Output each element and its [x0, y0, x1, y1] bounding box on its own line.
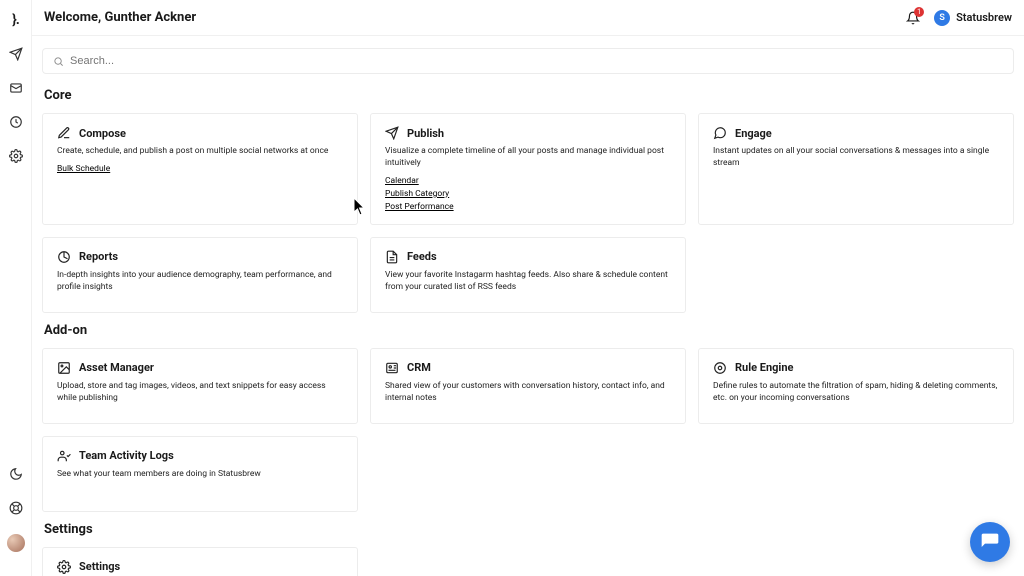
theme-icon[interactable]	[8, 466, 24, 482]
org-avatar: S	[934, 10, 950, 26]
asset-manager-icon	[57, 361, 71, 375]
card-title: Feeds	[407, 250, 437, 263]
card-crm[interactable]: CRM Shared view of your customers with c…	[370, 348, 686, 424]
card-desc: Upload, store and tag images, videos, an…	[57, 381, 343, 405]
card-rule-engine[interactable]: Rule Engine Define rules to automate the…	[698, 348, 1014, 424]
engage-icon	[713, 126, 727, 140]
card-title: CRM	[407, 361, 431, 374]
card-asset-manager[interactable]: Asset Manager Upload, store and tag imag…	[42, 348, 358, 424]
card-title: Engage	[735, 127, 772, 140]
card-feeds[interactable]: Feeds View your favorite Instagarm hasht…	[370, 237, 686, 313]
publish-icon	[385, 126, 399, 140]
link-post-performance[interactable]: Post Performance	[385, 202, 671, 212]
card-compose[interactable]: Compose Create, schedule, and publish a …	[42, 113, 358, 225]
org-name: Statusbrew	[956, 11, 1012, 24]
card-desc: In-depth insights into your audience dem…	[57, 270, 343, 294]
help-icon[interactable]	[8, 500, 24, 516]
card-settings[interactable]: Settings Manage all your organization's …	[42, 547, 358, 576]
section-core-title: Core	[44, 88, 1014, 103]
feeds-icon	[385, 250, 399, 264]
link-bulk-schedule[interactable]: Bulk Schedule	[57, 164, 343, 174]
card-title: Publish	[407, 127, 444, 140]
card-desc: See what your team members are doing in …	[57, 469, 343, 481]
chat-icon	[980, 532, 1000, 552]
card-desc: Instant updates on all your social conve…	[713, 146, 999, 170]
engage-nav-icon[interactable]	[8, 80, 24, 96]
org-switcher[interactable]: S Statusbrew	[934, 10, 1012, 26]
core-cards: Compose Create, schedule, and publish a …	[42, 113, 1014, 313]
card-title: Reports	[79, 250, 118, 263]
topbar: Welcome, Gunther Ackner 1 S Statusbrew	[32, 0, 1024, 36]
section-addon-title: Add-on	[44, 323, 1014, 338]
card-engage[interactable]: Engage Instant updates on all your socia…	[698, 113, 1014, 225]
card-desc: Shared view of your customers with conve…	[385, 381, 671, 405]
reports-nav-icon[interactable]	[8, 114, 24, 130]
card-title: Settings	[79, 560, 120, 573]
card-desc: View your favorite Instagarm hashtag fee…	[385, 270, 671, 294]
sidebar: }.	[0, 0, 32, 576]
card-title: Team Activity Logs	[79, 449, 174, 462]
card-title: Asset Manager	[79, 361, 154, 374]
addon-cards: Asset Manager Upload, store and tag imag…	[42, 348, 1014, 512]
brand-logo[interactable]: }.	[12, 12, 19, 28]
notification-badge: 1	[914, 7, 924, 17]
section-settings-title: Settings	[44, 522, 1014, 537]
reports-icon	[57, 250, 71, 264]
settings-cards: Settings Manage all your organization's …	[42, 547, 1014, 576]
page-title: Welcome, Gunther Ackner	[44, 10, 196, 25]
search-bar[interactable]	[42, 48, 1014, 74]
card-title: Compose	[79, 127, 126, 140]
card-desc: Define rules to automate the filtration …	[713, 381, 999, 405]
search-icon	[53, 56, 64, 67]
link-publish-category[interactable]: Publish Category	[385, 189, 671, 199]
search-input[interactable]	[70, 55, 1003, 67]
rule-engine-icon	[713, 361, 727, 375]
card-title: Rule Engine	[735, 361, 793, 374]
settings-nav-icon[interactable]	[8, 148, 24, 164]
publish-nav-icon[interactable]	[8, 46, 24, 62]
main-area: Welcome, Gunther Ackner 1 S Statusbrew C…	[32, 0, 1024, 576]
link-calendar[interactable]: Calendar	[385, 176, 671, 186]
card-desc: Create, schedule, and publish a post on …	[57, 146, 343, 158]
card-reports[interactable]: Reports In-depth insights into your audi…	[42, 237, 358, 313]
card-team-activity[interactable]: Team Activity Logs See what your team me…	[42, 436, 358, 512]
team-activity-icon	[57, 449, 71, 463]
content-scroll: Core Compose Create, schedule, and publi…	[32, 36, 1024, 576]
compose-icon	[57, 126, 71, 140]
settings-card-icon	[57, 560, 71, 574]
app-root: }. Welcome, Gunther Ackner 1 S Statusbre…	[0, 0, 1024, 576]
card-publish[interactable]: Publish Visualize a complete timeline of…	[370, 113, 686, 225]
user-avatar[interactable]	[7, 534, 25, 552]
notifications-button[interactable]: 1	[906, 11, 920, 25]
card-desc: Visualize a complete timeline of all you…	[385, 146, 671, 170]
chat-fab[interactable]	[970, 522, 1010, 562]
crm-icon	[385, 361, 399, 375]
